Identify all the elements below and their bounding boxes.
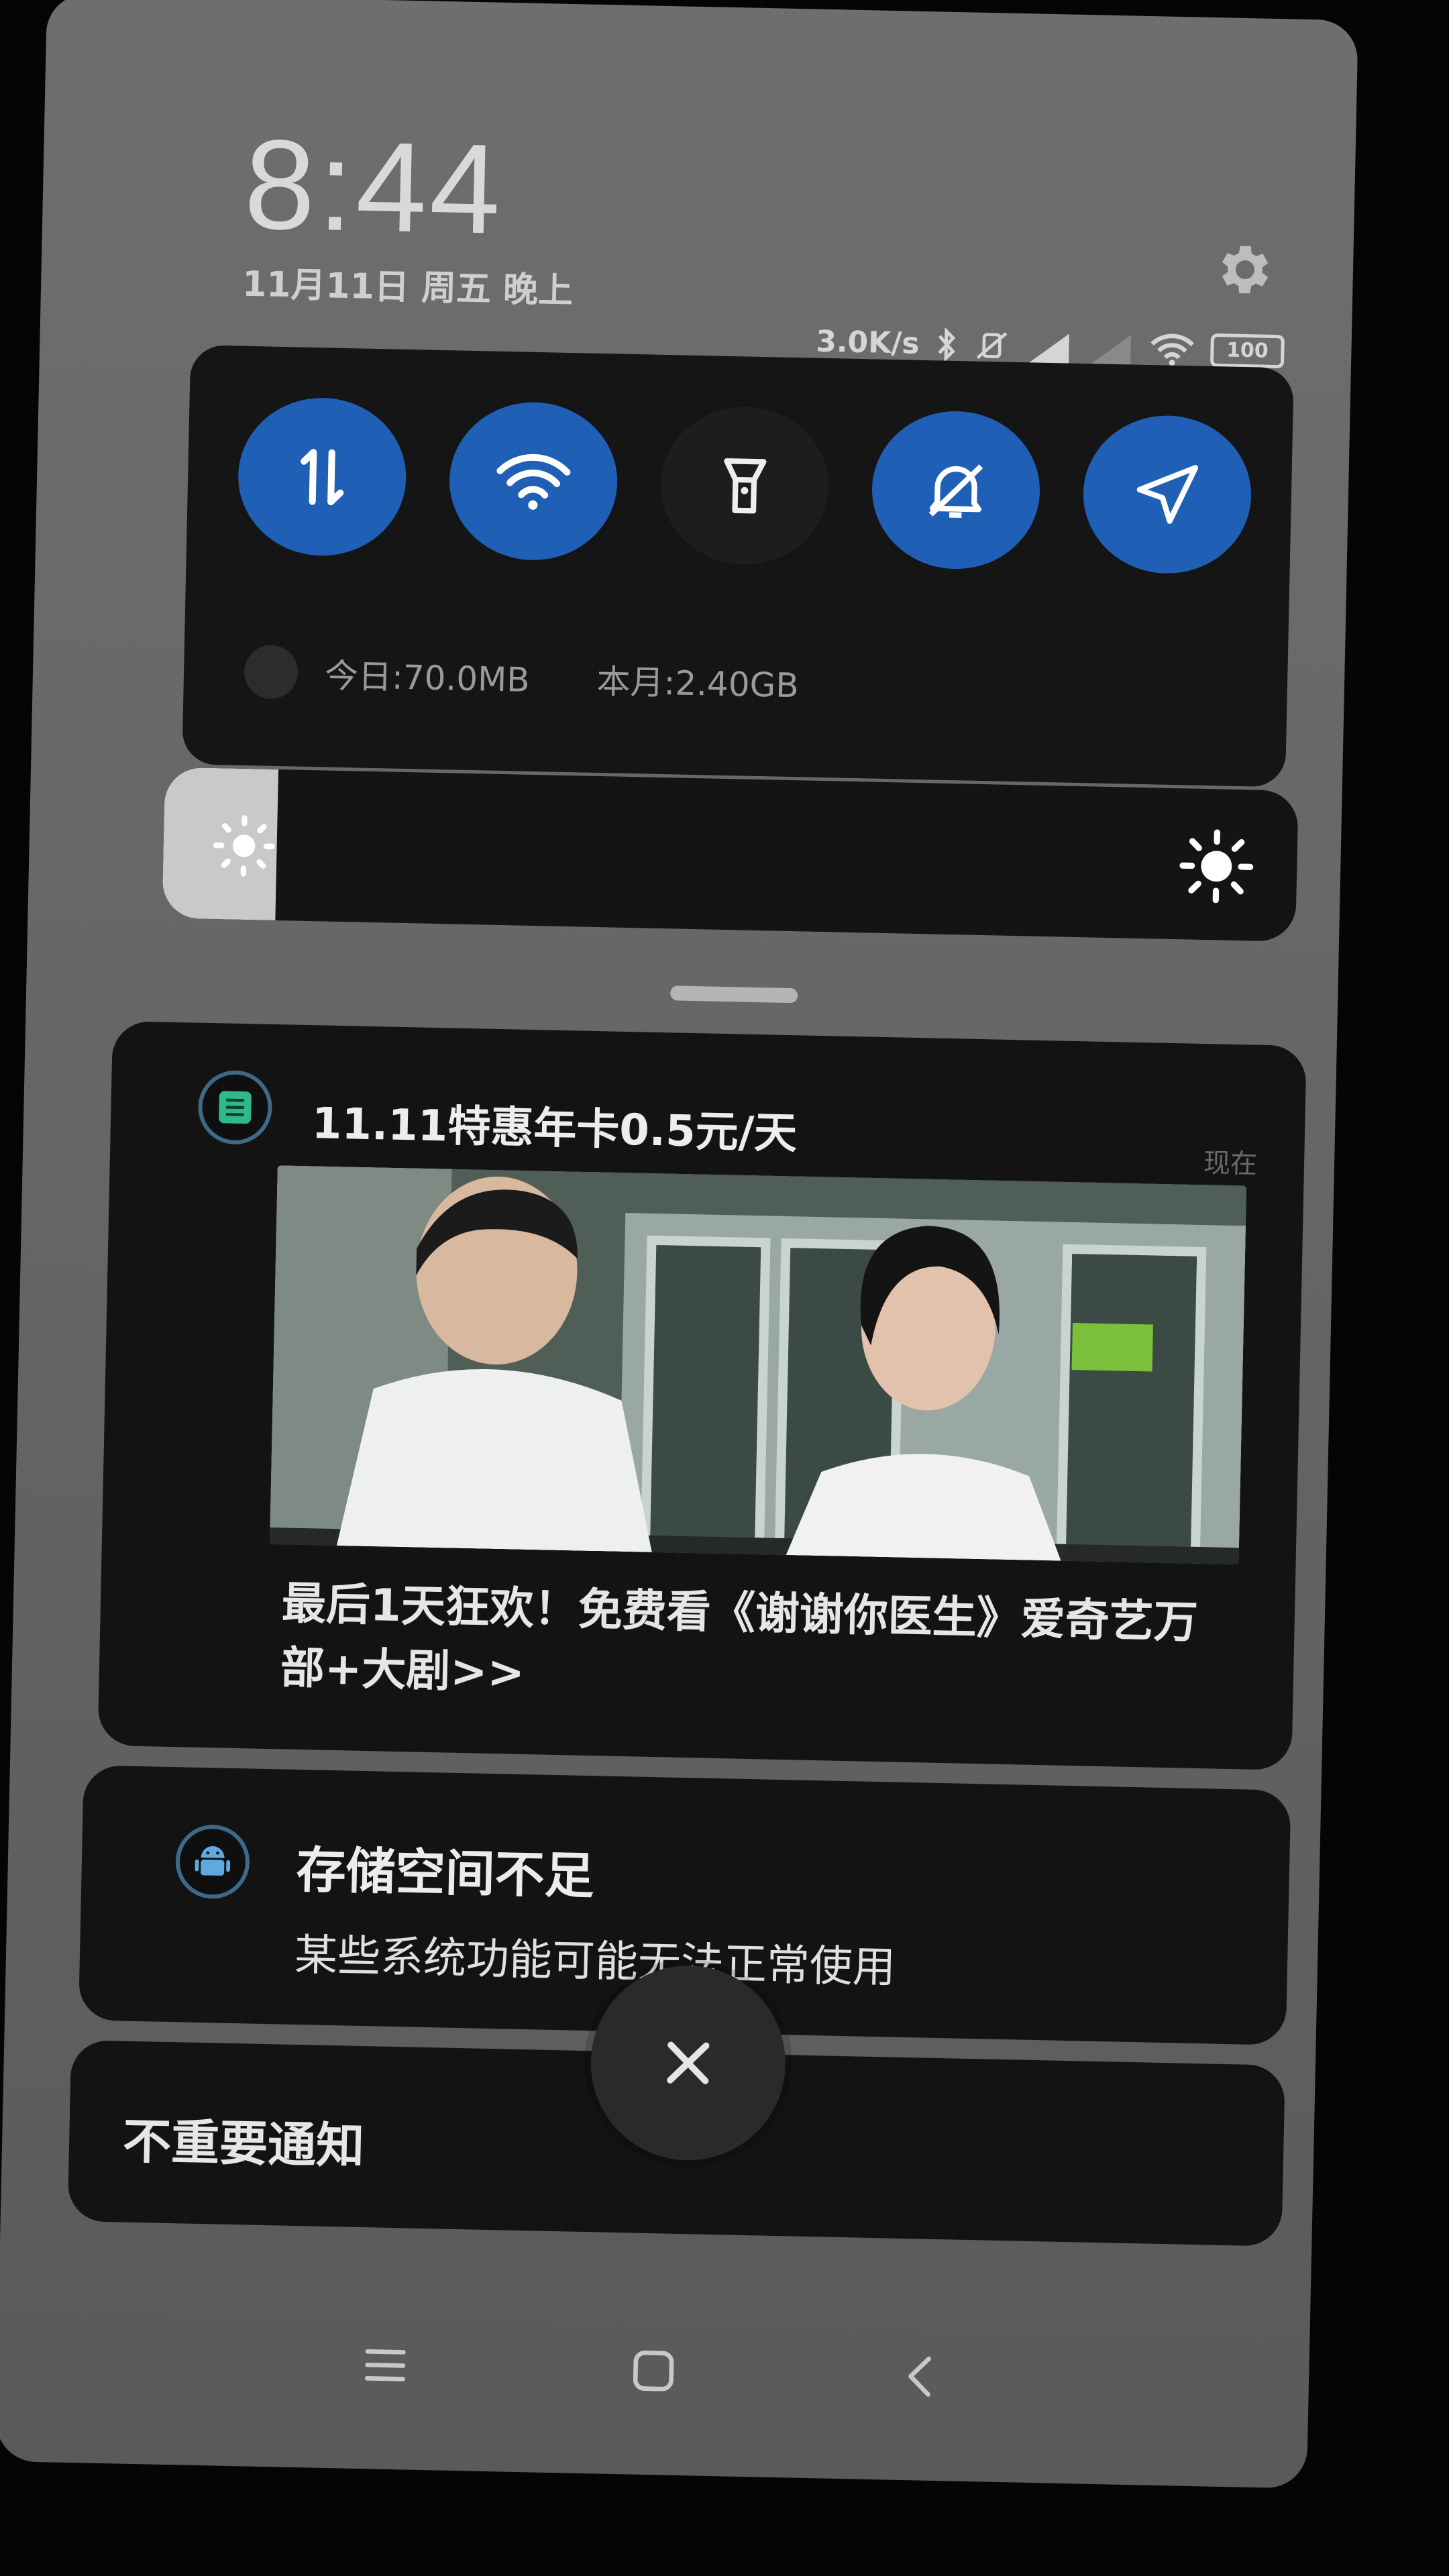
sim-icon bbox=[244, 644, 299, 700]
clock[interactable]: 8:44 bbox=[243, 111, 504, 263]
notification-body: 某些系统功能可能无法正常使用 bbox=[294, 1930, 896, 1993]
iqiyi-app-icon bbox=[219, 1091, 252, 1124]
flashlight-icon bbox=[724, 458, 767, 514]
app-icon bbox=[174, 1824, 251, 1900]
mute-toggle[interactable] bbox=[870, 409, 1042, 571]
signal-icon bbox=[1028, 333, 1069, 364]
app-icon bbox=[197, 1069, 273, 1145]
network-speed: 3.0K/s bbox=[815, 324, 920, 361]
menu-button[interactable] bbox=[347, 2328, 423, 2403]
notification-shade: 8:44 11月11日 周五 晚上 3.0K/s 100 今日:70.0MB 本… bbox=[0, 0, 1358, 2489]
mobile-data-toggle[interactable] bbox=[236, 396, 408, 557]
vibrate-off-icon bbox=[976, 331, 1008, 359]
wifi-status-icon bbox=[1150, 333, 1194, 366]
gear-icon bbox=[1222, 246, 1269, 294]
mute-icon bbox=[928, 464, 983, 518]
notification-body: 最后1天狂欢！免费看《谢谢你医生》爱奇艺万部+大剧>> bbox=[280, 1577, 1199, 1699]
mobile-data-icon bbox=[301, 448, 344, 505]
notification-time: 现在 bbox=[1203, 1148, 1258, 1180]
menu-icon bbox=[364, 2349, 406, 2381]
drag-handle[interactable] bbox=[669, 985, 798, 1004]
notification-title: 存储空间不足 bbox=[295, 1841, 595, 1906]
brightness-slider[interactable] bbox=[162, 767, 1299, 942]
back-button[interactable] bbox=[883, 2339, 959, 2414]
quick-settings-panel: 今日:70.0MB 本月:2.40GB bbox=[182, 345, 1294, 788]
promo-notification[interactable]: 11.11特惠年卡0.5元/天 现在 最后1天狂欢！免费看《谢谢你医生》爱奇艺万… bbox=[97, 1020, 1307, 1770]
battery-icon: 100 bbox=[1210, 333, 1285, 368]
settings-button[interactable] bbox=[1205, 232, 1280, 307]
data-today: 今日:70.0MB bbox=[324, 656, 531, 700]
navigation-bar bbox=[0, 2320, 1309, 2422]
brightness-low-icon bbox=[213, 815, 275, 877]
location-icon bbox=[1136, 464, 1199, 524]
date-label[interactable]: 11月11日 周五 晚上 bbox=[242, 256, 574, 313]
signal-empty-icon bbox=[1089, 334, 1131, 365]
data-usage: 今日:70.0MB 本月:2.40GB bbox=[244, 644, 800, 710]
wifi-toggle[interactable] bbox=[447, 400, 619, 562]
wifi-icon bbox=[496, 453, 571, 510]
unimportant-label: 不重要通知 bbox=[122, 2112, 365, 2175]
flashlight-toggle[interactable] bbox=[659, 405, 830, 567]
bluetooth-icon bbox=[938, 327, 956, 362]
drama-still-image bbox=[269, 1165, 1247, 1565]
back-icon bbox=[908, 2356, 931, 2397]
android-icon bbox=[195, 1845, 231, 1876]
notification-title: 11.11特惠年卡0.5元/天 bbox=[311, 1099, 798, 1159]
home-icon bbox=[633, 2350, 674, 2392]
promo-image bbox=[269, 1165, 1247, 1565]
location-toggle[interactable] bbox=[1081, 414, 1253, 576]
home-button[interactable] bbox=[616, 2333, 691, 2408]
data-month: 本月:2.40GB bbox=[596, 661, 800, 706]
close-icon bbox=[667, 2041, 710, 2084]
brightness-high-icon bbox=[1179, 829, 1254, 904]
